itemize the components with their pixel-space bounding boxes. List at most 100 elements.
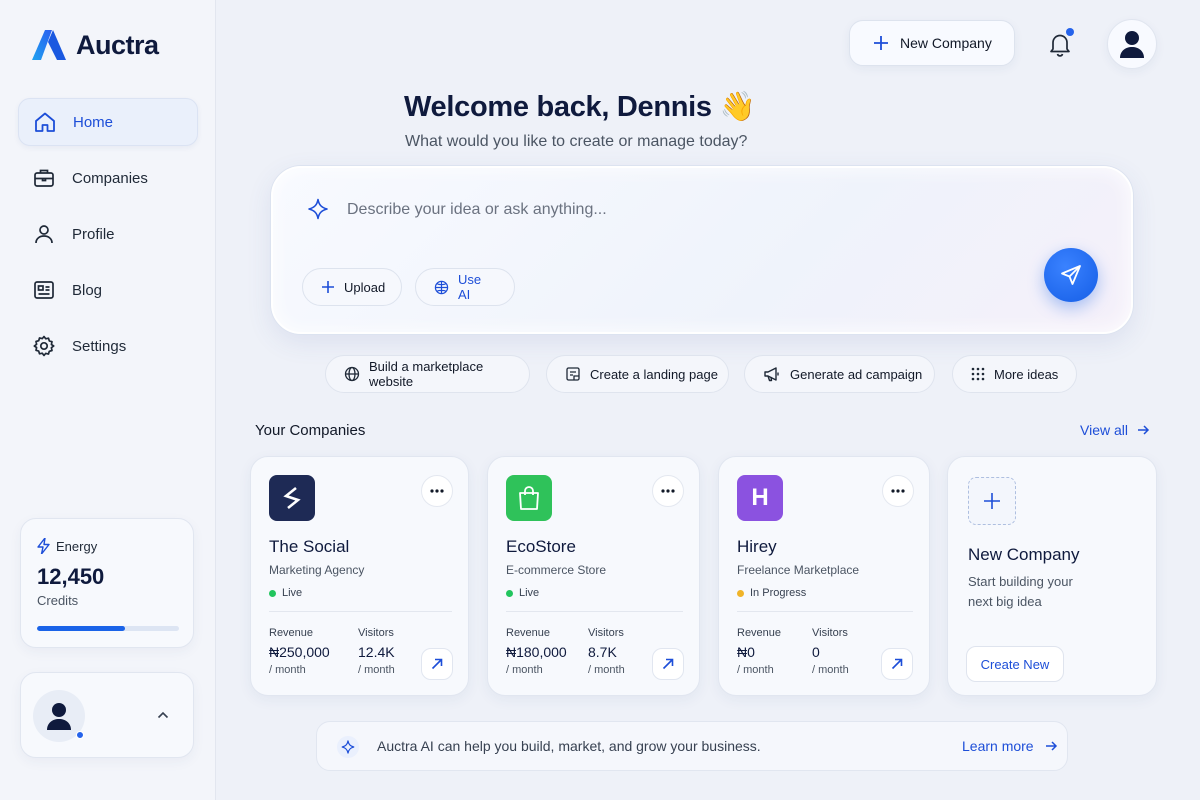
- notifications-button[interactable]: [1046, 28, 1074, 58]
- home-icon: [33, 110, 57, 134]
- sidebar-item-label: Companies: [72, 169, 148, 187]
- upload-button[interactable]: Upload: [302, 268, 402, 306]
- sparkle-icon: [307, 198, 329, 220]
- status-badge: In Progress: [737, 587, 806, 599]
- new-company-title: New Company: [968, 545, 1080, 564]
- revenue-value: ₦0: [737, 644, 755, 660]
- view-all-link[interactable]: View all: [1080, 422, 1150, 438]
- online-status-dot: [76, 731, 84, 739]
- divider: [737, 611, 913, 612]
- revenue-value: ₦250,000: [269, 644, 330, 660]
- send-button[interactable]: [1044, 248, 1098, 302]
- prompt-box: Upload Use AI: [271, 166, 1133, 334]
- more-horizontal-icon: [891, 489, 905, 493]
- sidebar-item-label: Blog: [72, 281, 103, 299]
- profile-button[interactable]: [1107, 19, 1157, 69]
- new-company-button[interactable]: New Company: [849, 20, 1015, 66]
- company-name: The Social: [269, 537, 350, 556]
- plus-icon: [872, 34, 890, 52]
- more-options-button[interactable]: [652, 475, 684, 507]
- status-label: Live: [282, 587, 303, 599]
- arrow-right-icon: [1044, 739, 1058, 753]
- company-type: Marketing Agency: [269, 563, 365, 577]
- suggestion-label: Build a marketplace website: [369, 359, 484, 389]
- app-logo[interactable]: Auctra: [30, 28, 159, 62]
- company-card-hirey[interactable]: H Hirey Freelance Marketplace In Progres…: [718, 456, 930, 696]
- energy-label: Energy: [37, 538, 97, 554]
- suggestion-ad-campaign[interactable]: Generate ad campaign: [744, 355, 935, 393]
- revenue-unit: / month: [506, 664, 543, 676]
- notification-dot: [1066, 28, 1074, 36]
- open-company-button[interactable]: [881, 648, 913, 680]
- status-dot: [506, 589, 513, 597]
- page-title: Welcome back, Dennis 👋: [404, 91, 756, 123]
- arrow-up-right-icon: [430, 657, 444, 671]
- suggestion-more-ideas[interactable]: More ideas: [952, 355, 1077, 393]
- grid-dots-icon: [971, 367, 985, 381]
- suggestion-label: Create a landing page: [590, 366, 718, 382]
- company-card-ecostore[interactable]: EcoStore E-commerce Store Live Revenue ₦…: [487, 456, 700, 696]
- banner-text: Auctra AI can help you build, market, an…: [377, 738, 761, 754]
- visitors-unit: / month: [588, 664, 625, 676]
- sidebar-nav: Home Companies Profile Blog Settings: [18, 98, 198, 378]
- status-label: In Progress: [750, 587, 807, 599]
- sidebar-item-profile[interactable]: Profile: [18, 210, 198, 258]
- upload-label: Upload: [344, 279, 386, 295]
- revenue-label: Revenue: [506, 627, 551, 639]
- suggestion-landing-page[interactable]: Create a landing page: [546, 355, 729, 393]
- create-new-button[interactable]: Create New: [966, 646, 1064, 682]
- sidebar-item-companies[interactable]: Companies: [18, 154, 198, 202]
- ai-banner: Auctra AI can help you build, market, an…: [316, 721, 1068, 771]
- company-name: EcoStore: [506, 537, 576, 556]
- lightning-icon: [37, 538, 50, 554]
- open-company-button[interactable]: [421, 648, 453, 680]
- user-icon: [32, 222, 56, 246]
- visitors-label: Visitors: [588, 627, 624, 639]
- avatar[interactable]: [33, 690, 85, 742]
- section-title: Your Companies: [255, 422, 366, 439]
- company-card-the-social[interactable]: The Social Marketing Agency Live Revenue…: [250, 456, 469, 696]
- revenue-value: ₦180,000: [506, 644, 567, 660]
- visitors-value: 12.4K: [358, 644, 395, 660]
- sidebar-item-settings[interactable]: Settings: [18, 322, 198, 370]
- company-name: Hirey: [737, 537, 777, 556]
- suggestion-label: More ideas: [994, 366, 1059, 382]
- more-options-button[interactable]: [421, 475, 453, 507]
- sidebar-item-blog[interactable]: Blog: [18, 266, 198, 314]
- energy-progress-bar: [37, 626, 179, 631]
- status-badge: Live: [269, 587, 302, 599]
- learn-more-link[interactable]: Learn more: [962, 738, 1058, 754]
- learn-more-label: Learn more: [962, 738, 1034, 754]
- user-avatar-icon: [1119, 30, 1145, 58]
- chevron-up-icon[interactable]: [155, 707, 171, 723]
- arrow-up-right-icon: [661, 657, 675, 671]
- sidebar-item-label: Home: [73, 113, 114, 131]
- add-company-button[interactable]: [968, 477, 1016, 525]
- user-menu[interactable]: [20, 672, 194, 758]
- company-logo: H: [737, 475, 783, 521]
- gear-icon: [32, 334, 56, 358]
- revenue-unit: / month: [737, 664, 774, 676]
- revenue-unit: / month: [269, 664, 306, 676]
- prompt-input[interactable]: [347, 196, 1027, 224]
- use-ai-button[interactable]: Use AI: [415, 268, 515, 306]
- use-ai-label: Use AI: [458, 272, 482, 302]
- arrow-right-icon: [1136, 423, 1150, 437]
- user-avatar-icon: [46, 702, 72, 730]
- suggestion-marketplace[interactable]: Build a marketplace website: [325, 355, 530, 393]
- more-options-button[interactable]: [882, 475, 914, 507]
- open-company-button[interactable]: [652, 648, 684, 680]
- sparkle-icon: [337, 736, 359, 758]
- sidebar-item-home[interactable]: Home: [18, 98, 198, 146]
- company-type: Freelance Marketplace: [737, 563, 860, 577]
- brain-icon: [434, 280, 449, 295]
- page-icon: [565, 366, 581, 382]
- page-subtitle: What would you like to create or manage …: [405, 133, 748, 150]
- more-horizontal-icon: [661, 489, 675, 493]
- new-company-card[interactable]: New Company Start building your next big…: [947, 456, 1157, 696]
- globe-icon: [344, 366, 360, 382]
- divider: [506, 611, 683, 612]
- more-horizontal-icon: [430, 489, 444, 493]
- suggestion-label: Generate ad campaign: [790, 366, 923, 382]
- status-label: Live: [519, 587, 540, 599]
